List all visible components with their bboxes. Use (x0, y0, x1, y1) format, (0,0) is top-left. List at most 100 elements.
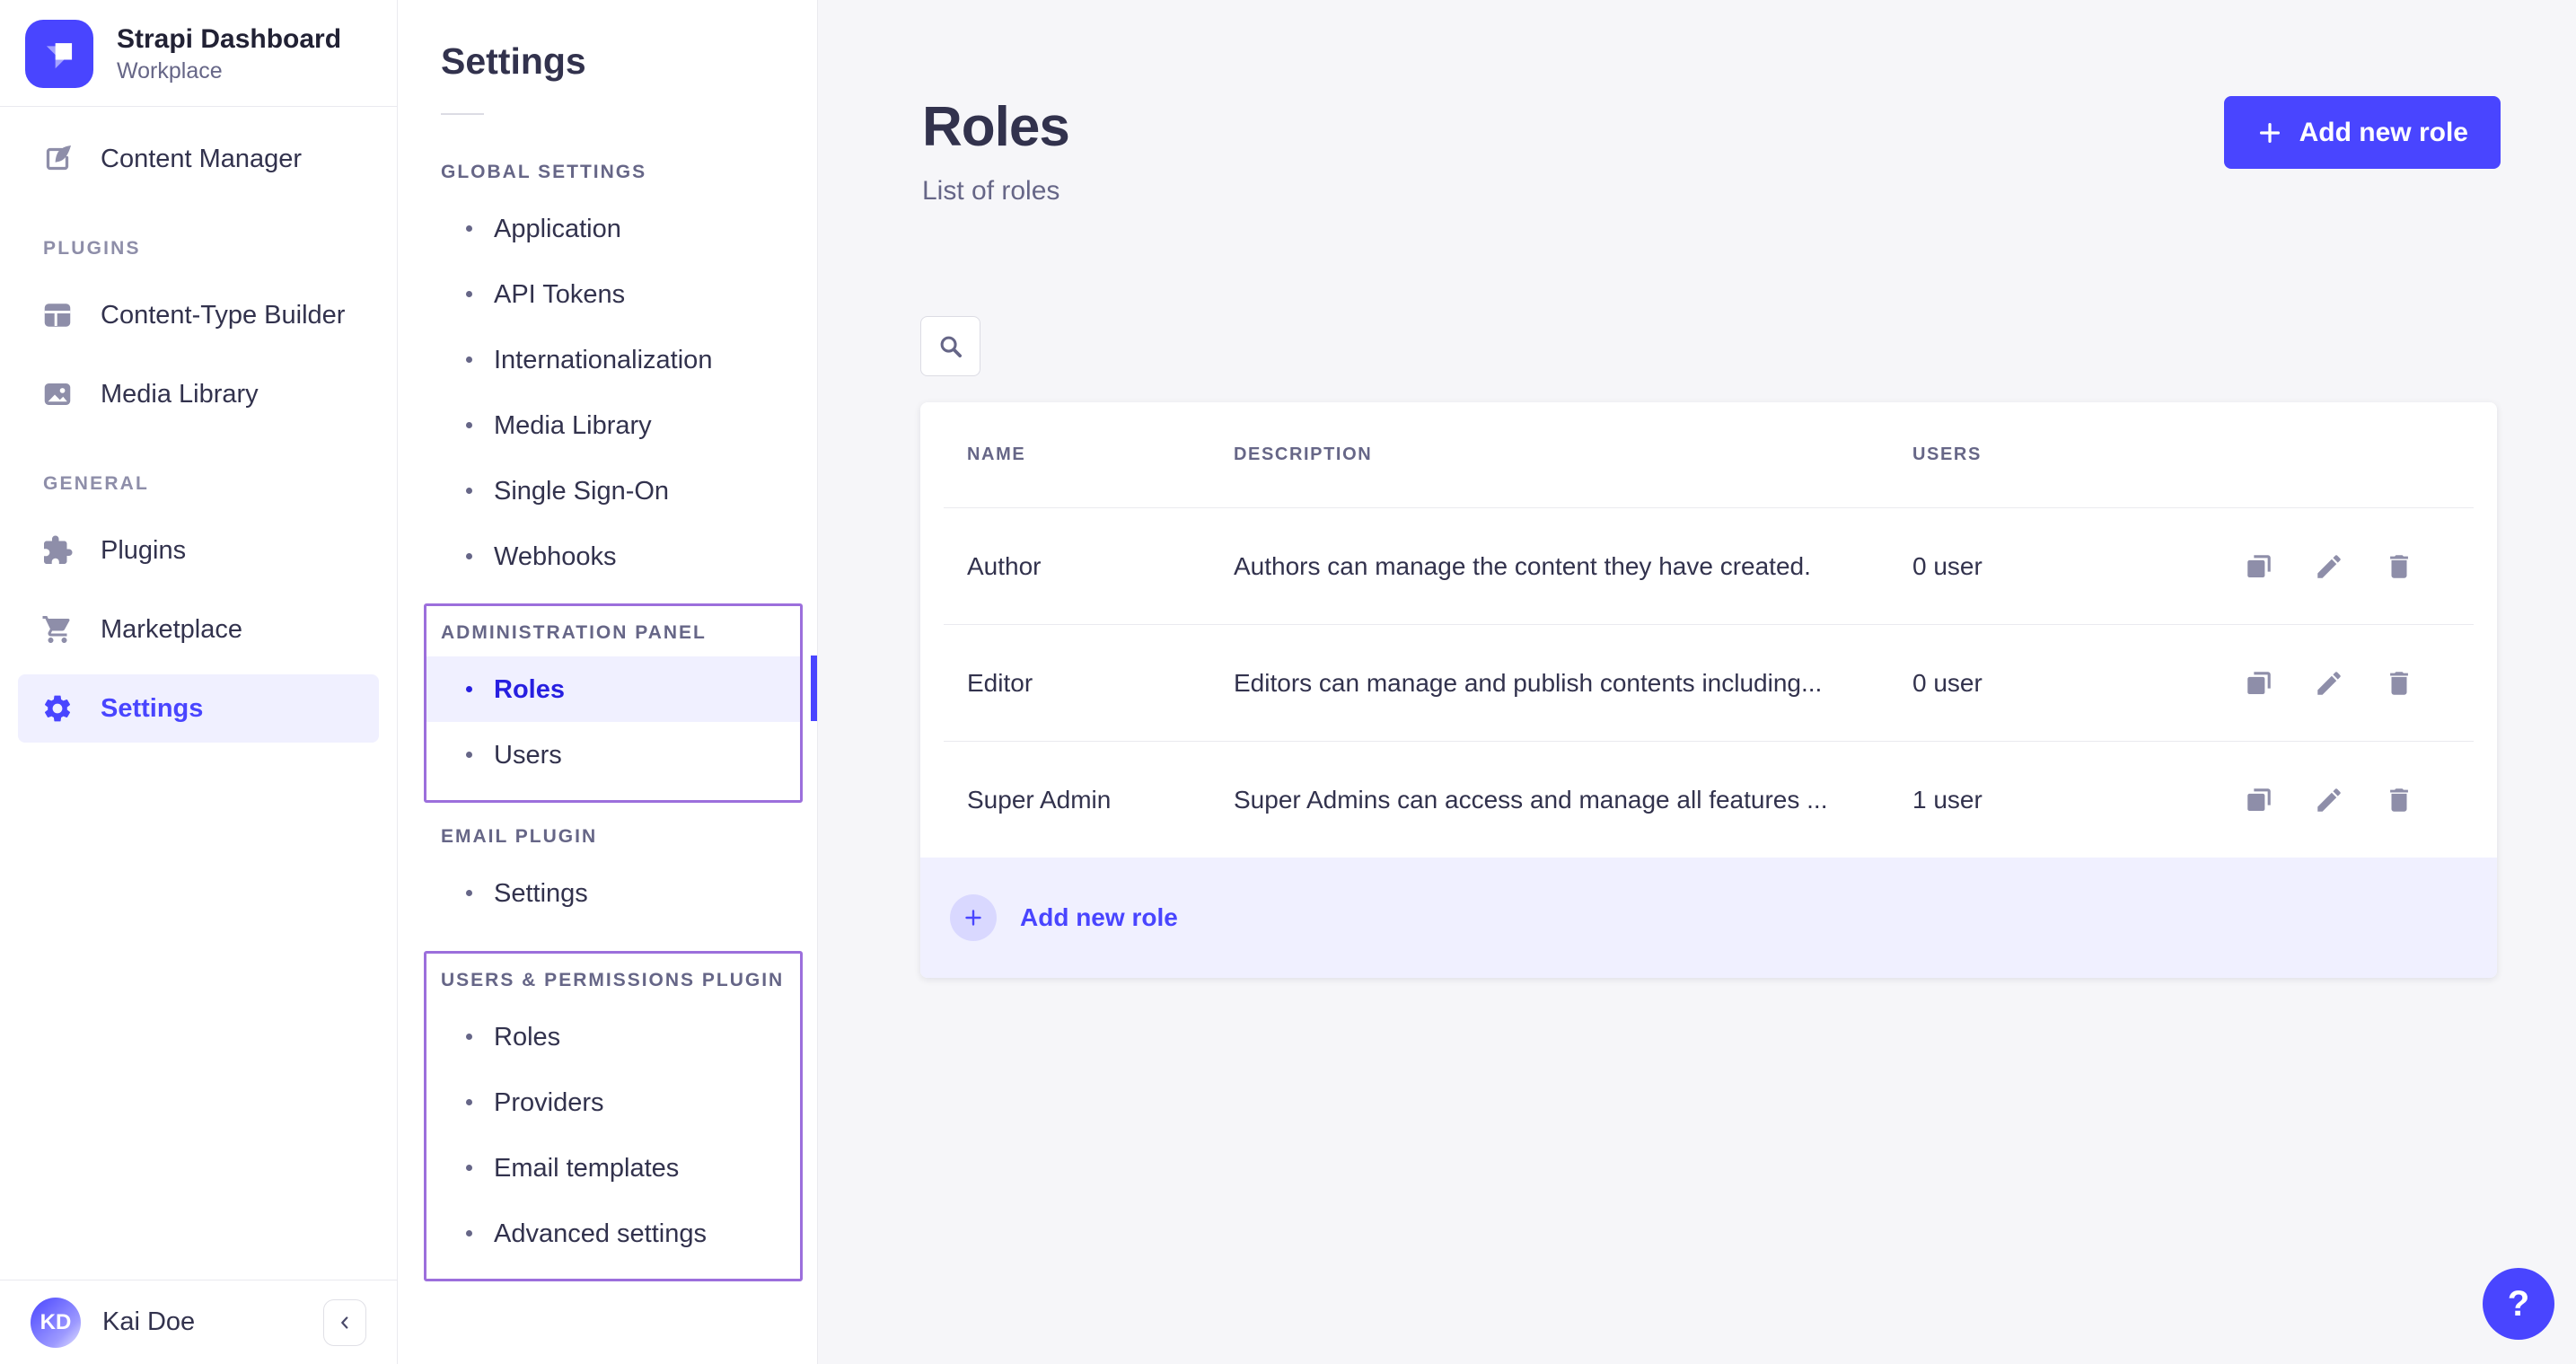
workspace-switcher[interactable]: Strapi Dashboard Workplace (0, 0, 397, 106)
bullet-icon (466, 1099, 472, 1105)
sidebar-item-label: Content-Type Builder (101, 301, 345, 330)
delete-trash-icon[interactable] (2384, 551, 2414, 582)
delete-trash-icon[interactable] (2384, 785, 2414, 815)
page-subtitle: List of roles (922, 176, 1059, 207)
annotation-box-administration-panel: ADMINISTRATION PANEL Roles Users (424, 603, 803, 803)
search-button[interactable] (920, 316, 980, 376)
collapse-sidebar-button[interactable] (323, 1299, 366, 1346)
sidebar-nav: Content Manager PLUGINS Content-Type Bui… (0, 107, 397, 743)
row-actions (2244, 551, 2497, 582)
table-row-author[interactable]: Author Authors can manage the content th… (920, 508, 2497, 624)
settings-item-up-advanced-settings[interactable]: Advanced settings (441, 1201, 800, 1266)
content-manager-icon (41, 143, 74, 175)
delete-trash-icon[interactable] (2384, 668, 2414, 699)
help-button[interactable]: ? (2483, 1268, 2554, 1340)
question-mark-icon: ? (2508, 1284, 2529, 1324)
role-users-count: 1 user (1912, 786, 1983, 814)
workspace-labels: Strapi Dashboard Workplace (117, 23, 341, 84)
settings-item-webhooks[interactable]: Webhooks (398, 524, 817, 589)
duplicate-icon[interactable] (2244, 785, 2274, 815)
duplicate-icon[interactable] (2244, 551, 2274, 582)
role-users-count: 0 user (1912, 552, 1983, 581)
role-description: Super Admins can access and manage all f… (1234, 786, 1912, 814)
table-row-editor[interactable]: Editor Editors can manage and publish co… (920, 625, 2497, 741)
bullet-icon (466, 686, 472, 692)
workspace-name: Workplace (117, 57, 341, 84)
chevron-left-icon (335, 1313, 355, 1333)
table-row-super-admin[interactable]: Super Admin Super Admins can access and … (920, 742, 2497, 858)
marketplace-cart-icon (41, 613, 74, 646)
bullet-icon (466, 890, 472, 896)
settings-item-admin-users[interactable]: Users (441, 722, 800, 788)
sidebar-item-label: Settings (101, 694, 203, 724)
content-type-builder-icon (41, 299, 74, 331)
media-library-icon (41, 378, 74, 410)
column-header-users: USERS (1912, 444, 2497, 465)
role-description: Editors can manage and publish contents … (1234, 669, 1912, 698)
add-new-role-row-label: Add new role (1020, 903, 1178, 932)
add-new-role-row[interactable]: Add new role (920, 858, 2497, 978)
bullet-icon (466, 422, 472, 428)
sidebar-footer: KD Kai Doe (0, 1280, 397, 1364)
annotation-box-users-permissions: USERS & PERMISSIONS PLUGIN Roles Provide… (424, 951, 803, 1281)
settings-item-up-providers[interactable]: Providers (441, 1069, 800, 1135)
page-title: Roles (922, 95, 1069, 159)
sidebar-item-label: Marketplace (101, 615, 242, 645)
bullet-icon (466, 356, 472, 363)
sidebar-item-media-library[interactable]: Media Library (18, 360, 379, 428)
user-name: Kai Doe (102, 1307, 195, 1337)
section-users-permissions: USERS & PERMISSIONS PLUGIN (441, 970, 800, 991)
settings-panel-title: Settings (441, 40, 817, 83)
section-administration-panel: ADMINISTRATION PANEL (441, 622, 800, 644)
bullet-icon (466, 752, 472, 758)
add-new-role-button[interactable]: Add new role (2224, 96, 2501, 169)
roles-table: NAME DESCRIPTION USERS Author Authors ca… (920, 402, 2497, 978)
settings-item-application[interactable]: Application (398, 196, 817, 261)
bullet-icon (466, 1165, 472, 1171)
sidebar-item-content-manager[interactable]: Content Manager (18, 125, 379, 193)
column-header-name: NAME (967, 444, 1234, 465)
settings-item-media-library[interactable]: Media Library (398, 392, 817, 458)
role-name: Editor (967, 669, 1234, 698)
sidebar-section-plugins: PLUGINS (43, 238, 379, 260)
role-name: Super Admin (967, 786, 1234, 814)
app-title: Strapi Dashboard (117, 23, 341, 56)
active-item-indicator (811, 656, 817, 721)
sidebar-item-settings[interactable]: Settings (18, 674, 379, 743)
row-actions (2244, 785, 2497, 815)
sidebar-item-plugins[interactable]: Plugins (18, 516, 379, 585)
bullet-icon (466, 1230, 472, 1236)
edit-pencil-icon[interactable] (2314, 668, 2344, 699)
table-header-row: NAME DESCRIPTION USERS (920, 402, 2497, 507)
sidebar-item-content-type-builder[interactable]: Content-Type Builder (18, 281, 379, 349)
column-header-description: DESCRIPTION (1234, 444, 1912, 465)
bullet-icon (466, 225, 472, 232)
settings-item-admin-roles[interactable]: Roles (426, 656, 800, 722)
settings-item-internationalization[interactable]: Internationalization (398, 327, 817, 392)
sidebar-item-label: Content Manager (101, 145, 302, 174)
plugins-icon (41, 534, 74, 567)
row-actions (2244, 668, 2497, 699)
avatar[interactable]: KD (31, 1298, 81, 1348)
plus-icon (2256, 119, 2283, 146)
role-description: Authors can manage the content they have… (1234, 552, 1912, 581)
settings-item-api-tokens[interactable]: API Tokens (398, 261, 817, 327)
bullet-icon (466, 488, 472, 494)
main-content: Roles List of roles Add new role NAME DE… (818, 0, 2576, 1364)
sidebar-item-label: Plugins (101, 536, 186, 566)
settings-item-up-email-templates[interactable]: Email templates (441, 1135, 800, 1201)
sidebar-section-general: GENERAL (43, 473, 379, 495)
settings-subnav: Settings GLOBAL SETTINGS Application API… (398, 0, 818, 1364)
duplicate-icon[interactable] (2244, 668, 2274, 699)
settings-item-up-roles[interactable]: Roles (441, 1004, 800, 1069)
edit-pencil-icon[interactable] (2314, 551, 2344, 582)
search-icon (936, 332, 965, 361)
settings-item-email-settings[interactable]: Settings (398, 860, 817, 926)
plus-circle-icon (950, 894, 997, 941)
bullet-icon (466, 1034, 472, 1040)
section-email-plugin: EMAIL PLUGIN (441, 826, 817, 848)
sidebar-item-marketplace[interactable]: Marketplace (18, 595, 379, 664)
edit-pencil-icon[interactable] (2314, 785, 2344, 815)
settings-item-single-sign-on[interactable]: Single Sign-On (398, 458, 817, 524)
role-name: Author (967, 552, 1234, 581)
